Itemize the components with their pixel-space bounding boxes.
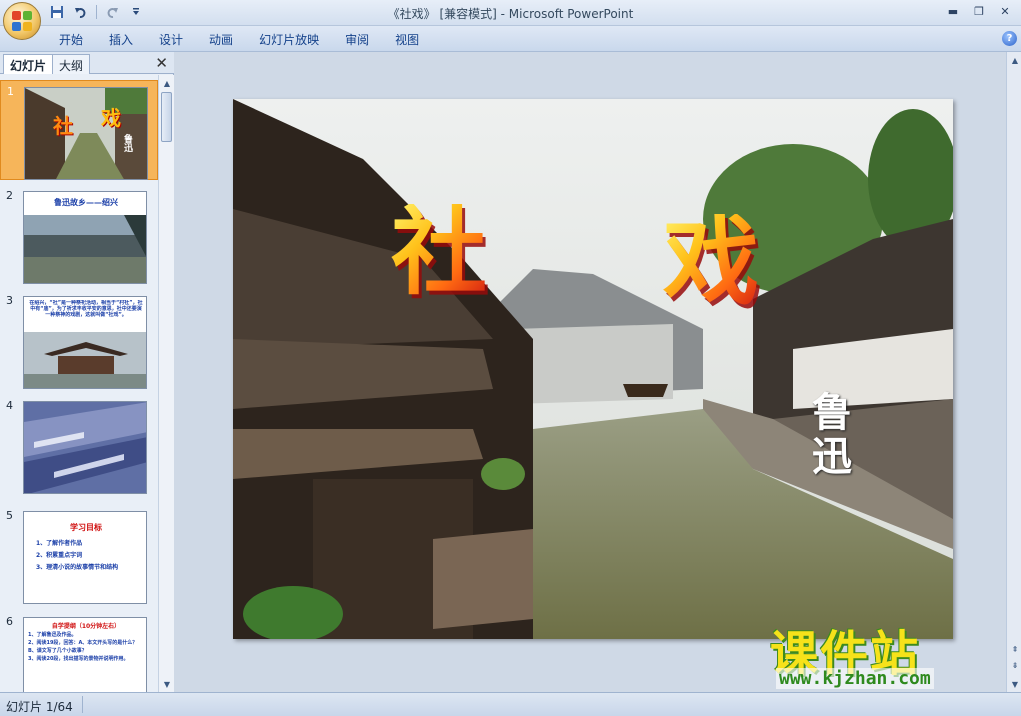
slide-author[interactable]: 鲁迅 xyxy=(799,391,857,479)
tab-design[interactable]: 设计 xyxy=(146,30,196,49)
slide-title-char-1[interactable]: 社 xyxy=(391,204,487,300)
slide-title-char-2[interactable]: 戏 xyxy=(663,214,759,310)
watermark-url: www.kjzhan.com xyxy=(776,668,934,689)
ribbon: 开始 插入 设计 动画 幻灯片放映 审阅 视图 ? xyxy=(0,26,1021,52)
office-button[interactable] xyxy=(3,2,41,40)
pavilion-photo-icon xyxy=(24,332,146,388)
slide-number: 2 xyxy=(6,189,13,202)
slide-number: 4 xyxy=(6,399,13,412)
tab-review[interactable]: 审阅 xyxy=(332,30,382,49)
maximize-icon[interactable]: ❐ xyxy=(967,2,991,20)
window-controls: ▬ ❐ ✕ xyxy=(941,2,1017,20)
tab-slideshow[interactable]: 幻灯片放映 xyxy=(246,30,332,49)
thumb-line: 2、积累重点字词 xyxy=(36,552,83,559)
help-icon[interactable]: ? xyxy=(1002,31,1017,46)
tab-insert[interactable]: 插入 xyxy=(96,30,146,49)
minimize-icon[interactable]: ▬ xyxy=(941,2,965,20)
status-separator xyxy=(82,696,83,713)
slide-thumbnail-4[interactable]: 4 xyxy=(0,395,158,495)
slide-preview: 自学提纲（10分钟左右） 1、了解鲁迅及作品。 2、阅读19段，回答：A、本文开… xyxy=(23,617,147,692)
slide-thumbnail-6[interactable]: 6 自学提纲（10分钟左右） 1、了解鲁迅及作品。 2、阅读19段，回答：A、本… xyxy=(0,611,158,692)
tab-view[interactable]: 视图 xyxy=(382,30,432,49)
slide-number: 5 xyxy=(6,509,13,522)
slide-number: 1 xyxy=(7,85,14,98)
slide-counter: 幻灯片 1/64 xyxy=(6,700,73,714)
status-bar: 幻灯片 1/64 xyxy=(0,692,1021,716)
panel-scrollbar[interactable]: ▲ ▼ xyxy=(158,75,174,692)
thumb-title-char-2: 戏 xyxy=(101,106,121,130)
slide-preview: 在绍兴，“社”是一种祭祀活动，相当于“村社”，社中有“庙”，为了祈求丰收平安的意… xyxy=(23,296,147,389)
slide-thumbnail-3[interactable]: 3 在绍兴，“社”是一种祭祀活动，相当于“村社”，社中有“庙”，为了祈求丰收平安… xyxy=(0,290,158,390)
thumbnail-list: 1 社 戏 鲁迅 2 鲁迅故乡——绍兴 3 在绍兴，“社”是一种祭祀活动，相当于… xyxy=(0,75,158,692)
scroll-down-icon[interactable]: ▼ xyxy=(160,677,174,691)
thumb-line: 2、阅读19段，回答：A、本文开头写的是什么？ xyxy=(28,640,138,646)
panel-tabs: 幻灯片 大纲 ✕ xyxy=(0,52,174,74)
thumb-line: 1、了解作者作品 xyxy=(36,540,83,547)
thumb-heading: 鲁迅故乡——绍兴 xyxy=(54,198,118,207)
slide-preview: 社 戏 鲁迅 xyxy=(24,87,148,180)
thumb-title-char-1: 社 xyxy=(53,114,73,138)
office-logo-icon xyxy=(12,11,32,31)
ribbon-tabs: 开始 插入 设计 动画 幻灯片放映 审阅 视图 xyxy=(46,30,432,49)
slide-preview: 学习目标 1、了解作者作品 2、积累重点字词 3、理清小说的故事情节和结构 xyxy=(23,511,147,604)
title-bar: 《社戏》 [兼容模式] - Microsoft PowerPoint ▬ ❐ ✕ xyxy=(0,0,1021,40)
powerpoint-window: 《社戏》 [兼容模式] - Microsoft PowerPoint ▬ ❐ ✕… xyxy=(0,0,1021,716)
window-title: 《社戏》 [兼容模式] - Microsoft PowerPoint xyxy=(387,7,634,21)
slide-number: 6 xyxy=(6,615,13,628)
scroll-up-icon[interactable]: ▲ xyxy=(160,76,174,90)
slide-preview xyxy=(23,401,147,494)
current-slide[interactable]: 社 戏 鲁迅 xyxy=(233,99,953,639)
canal-photo-icon xyxy=(24,215,146,283)
scroll-up-icon[interactable]: ▲ xyxy=(1008,53,1021,67)
thumb-heading: 学习目标 xyxy=(70,523,102,532)
slide-thumbnail-2[interactable]: 2 鲁迅故乡——绍兴 xyxy=(0,185,158,285)
tab-slides[interactable]: 幻灯片 xyxy=(3,54,54,74)
thumb-author: 鲁迅 xyxy=(122,134,132,152)
slide-workspace: 社 戏 鲁迅 ▲ ⇞ ⇟ ▼ xyxy=(175,52,1021,692)
thumb-line: 3、理清小说的故事情节和结构 xyxy=(36,564,119,571)
kjzhan-watermark: 课件站 www.kjzhan.com xyxy=(770,614,1010,694)
thumb-text: 在绍兴，“社”是一种祭祀活动，相当于“村社”，社中有“庙”，为了祈求丰收平安的意… xyxy=(29,300,143,318)
tab-animations[interactable]: 动画 xyxy=(196,30,246,49)
thumb-line: B、课文写了几个小故事？ xyxy=(28,648,87,654)
panel-close-icon[interactable]: ✕ xyxy=(155,54,168,72)
canal-town-photo-icon xyxy=(233,99,953,639)
workspace-scrollbar[interactable]: ▲ ⇞ ⇟ ▼ xyxy=(1006,52,1021,692)
slide-number: 3 xyxy=(6,294,13,307)
town-aerial-photo-icon xyxy=(24,402,146,493)
slide-thumbnail-5[interactable]: 5 学习目标 1、了解作者作品 2、积累重点字词 3、理清小说的故事情节和结构 xyxy=(0,505,158,605)
thumb-line: 1、了解鲁迅及作品。 xyxy=(28,632,77,638)
tab-outline[interactable]: 大纲 xyxy=(52,54,91,74)
thumb-heading: 自学提纲（10分钟左右） xyxy=(51,623,121,630)
close-icon[interactable]: ✕ xyxy=(993,2,1017,20)
slides-panel: 幻灯片 大纲 ✕ 1 社 戏 鲁迅 2 鲁迅故乡——绍兴 3 在绍兴，“社”是一… xyxy=(0,52,174,692)
slide-preview: 鲁迅故乡——绍兴 xyxy=(23,191,147,284)
scrollbar-thumb[interactable] xyxy=(161,92,172,142)
tab-home[interactable]: 开始 xyxy=(46,30,96,49)
thumb-line: 3、阅读20段，找出描写的景物并说明作用。 xyxy=(28,656,129,662)
slide-thumbnail-1[interactable]: 1 社 戏 鲁迅 xyxy=(0,80,158,180)
